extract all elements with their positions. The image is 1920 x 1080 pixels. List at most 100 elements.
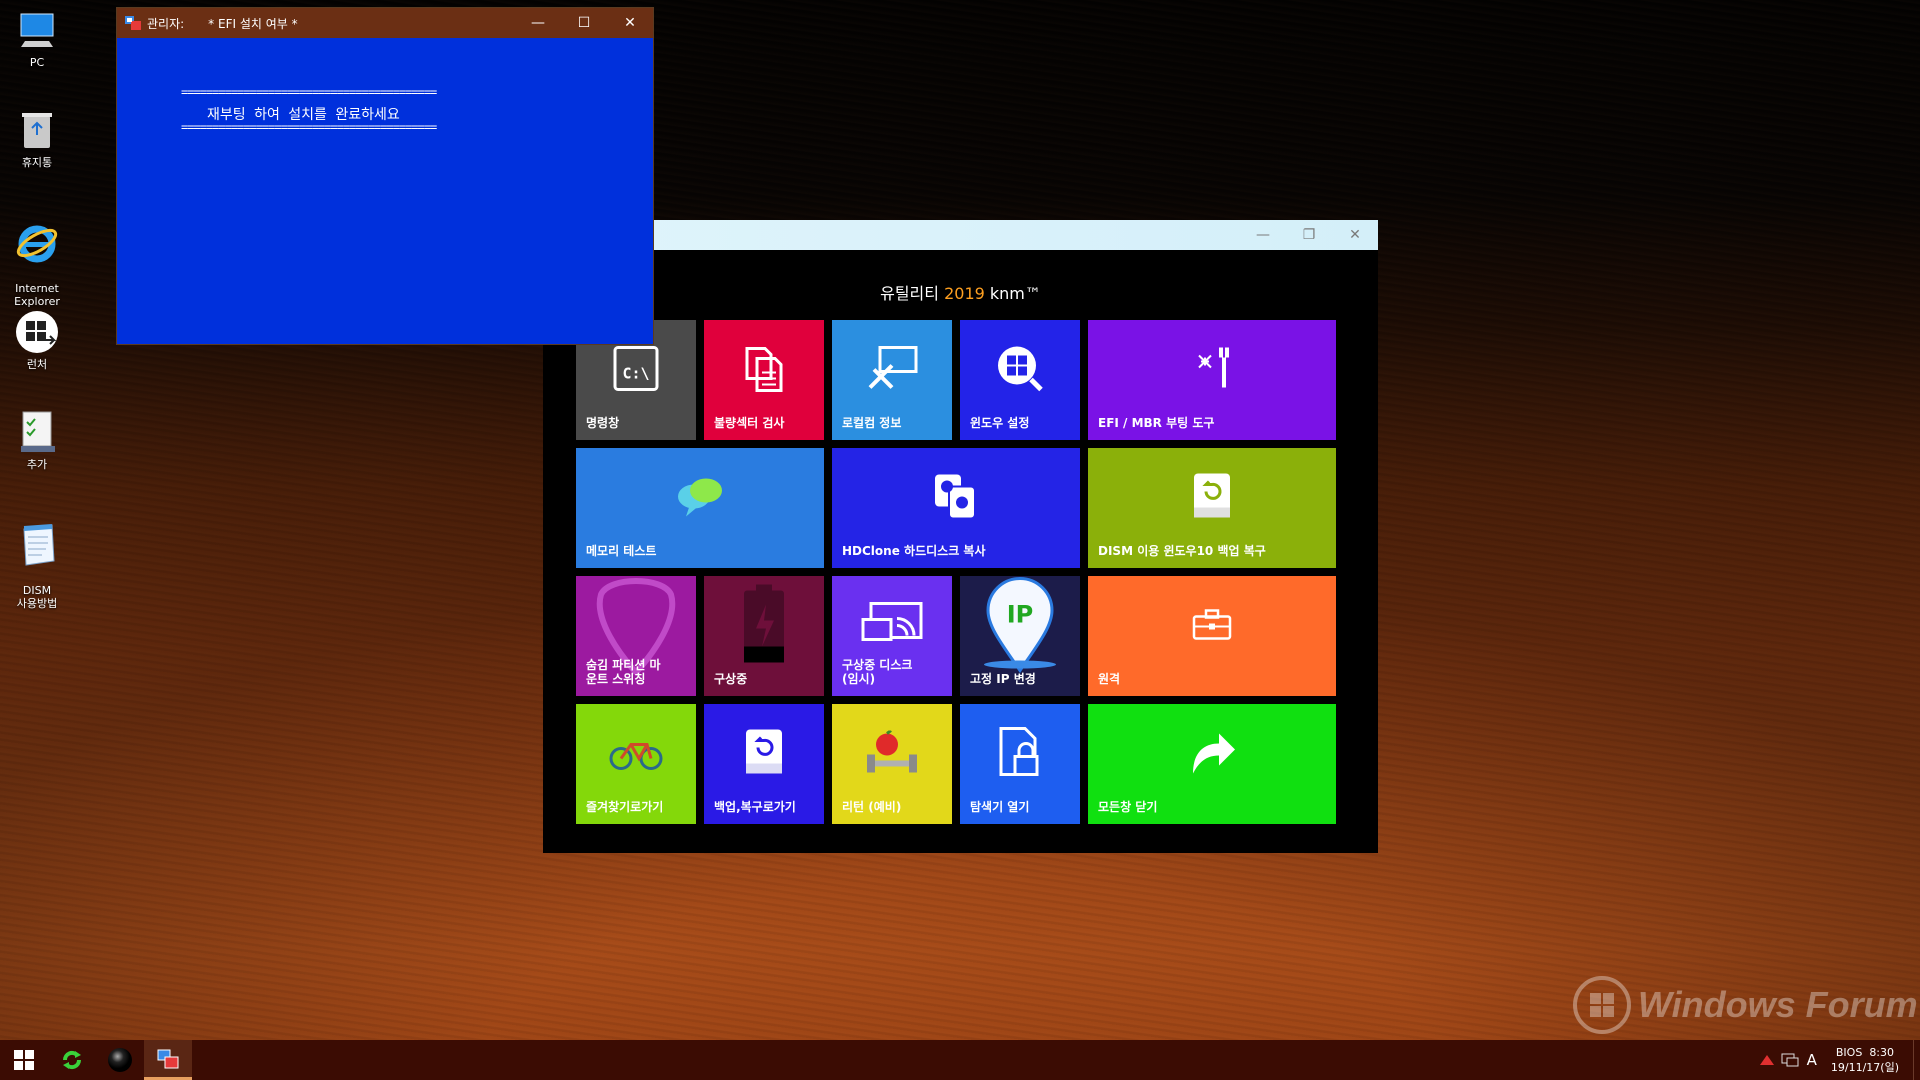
tile-label: 백업,복구로가기: [714, 800, 796, 814]
tile-label: 윈도우 설정: [970, 416, 1030, 430]
svg-text:C:\: C:\: [622, 365, 649, 383]
tile-label: 리턴 (예비): [842, 800, 902, 814]
tile-2[interactable]: 불량섹터 검사: [704, 320, 824, 440]
console-title: * EFI 설치 여부 *: [208, 16, 298, 31]
tile-3[interactable]: 로컬컴 정보: [832, 320, 952, 440]
tile-9[interactable]: 숨김 파티션 마 운트 스위칭: [576, 576, 696, 696]
share-arrow-icon: [1187, 730, 1237, 779]
tile-label: 명령창: [586, 416, 620, 430]
desktop-icon-label: DISM 사용방법: [16, 584, 58, 610]
clock-date: 19/11/17(일): [1830, 1061, 1899, 1074]
utility-title: 유틸리티 2019 knm™: [880, 284, 1041, 303]
network-icon[interactable]: [1781, 1052, 1799, 1068]
tile-label: 메모리 테스트: [586, 544, 657, 558]
tile-10[interactable]: 구상중: [704, 576, 824, 696]
desktop-icon-label: PC: [29, 56, 45, 69]
close-button[interactable]: ✕: [607, 15, 653, 31]
console-separator: ========================================…: [181, 85, 437, 99]
clock[interactable]: BIOS 8:30 19/11/17(일): [1831, 1045, 1899, 1075]
console-window: 관리자: * EFI 설치 여부 * — ☐ ✕ ===============…: [116, 7, 654, 345]
tile-label: 구상중 디스크 (임시): [842, 658, 913, 686]
show-desktop-button[interactable]: [1913, 1040, 1920, 1080]
recycle-bin-icon: [15, 108, 59, 152]
tile-label: 탐색기 열기: [970, 800, 1030, 814]
tile-label: 고정 IP 변경: [970, 672, 1036, 686]
desktop-icon-label: 휴지통: [21, 156, 53, 169]
tile-label: 로컬컴 정보: [842, 416, 902, 430]
ip-pin-icon: IP: [980, 576, 1060, 678]
chat-bubbles-icon: [674, 475, 726, 522]
start-button[interactable]: [0, 1040, 48, 1080]
desktop-icon-internet-explorer[interactable]: Internet Explorer: [6, 208, 68, 321]
tile-8[interactable]: DISM 이용 윈도우10 백업 복구: [1088, 448, 1336, 568]
tile-18[interactable]: 모든창 닫기: [1088, 704, 1336, 824]
tile-label: EFI / MBR 부팅 도구: [1098, 416, 1215, 430]
utility-titlebar[interactable]: — ❐ ✕: [543, 220, 1378, 250]
bicycle-icon: [609, 735, 663, 774]
launcher-icon: [15, 310, 59, 354]
tile-11[interactable]: 구상중 디스크 (임시): [832, 576, 952, 696]
minimize-button[interactable]: —: [1240, 227, 1286, 243]
taskbar-refresh-app[interactable]: [48, 1040, 96, 1080]
tile-label: 모든창 닫기: [1098, 800, 1158, 814]
documents-icon: [741, 345, 787, 396]
desktop-icon-dism-guide[interactable]: DISM 사용방법: [6, 510, 68, 623]
watermark-text: Windows Forum: [1638, 984, 1918, 1025]
desktop-icon-label: Internet Explorer: [14, 282, 60, 308]
utility-window: — ❐ ✕ 유틸리티 2019 knm™ C:\ 명령창 불량섹터 검사 로컬컴 정보…: [543, 220, 1378, 853]
drive-restore-icon: [1190, 472, 1234, 525]
tile-7[interactable]: HDClone 하드디스크 복사: [832, 448, 1080, 568]
desktop-icon-recycle-bin[interactable]: 휴지통: [6, 108, 68, 169]
ime-indicator[interactable]: A: [1807, 1051, 1817, 1069]
close-button[interactable]: ✕: [1332, 227, 1378, 243]
desktop-icon-label: 추가: [26, 458, 48, 471]
taskbar-console-app[interactable]: [144, 1040, 192, 1080]
tile-label: 원격: [1098, 672, 1121, 686]
tile-label: 불량섹터 검사: [714, 416, 785, 430]
file-lock-icon: [997, 727, 1043, 782]
internet-explorer-icon: [15, 221, 59, 265]
tile-15[interactable]: 백업,복구로가기: [704, 704, 824, 824]
briefcase-icon: [1192, 609, 1232, 644]
console-title-prefix: 관리자:: [147, 16, 185, 31]
bios-label: BIOS: [1835, 1046, 1863, 1059]
cast-screen-icon: [861, 602, 923, 651]
wrench-sparkle-icon: [1189, 344, 1235, 397]
tile-12[interactable]: IP 고정 IP 변경: [960, 576, 1080, 696]
show-hidden-icons-icon[interactable]: [1759, 1054, 1775, 1066]
taskbar: A BIOS 8:30 19/11/17(일): [0, 1040, 1920, 1080]
maximize-button[interactable]: ☐: [561, 15, 607, 31]
notepad-icon: [15, 523, 59, 567]
restore-button[interactable]: ❐: [1286, 227, 1332, 243]
tile-label: DISM 이용 윈도우10 백업 복구: [1098, 544, 1266, 558]
battery-icon: [742, 584, 786, 668]
tile-4[interactable]: 윈도우 설정: [960, 320, 1080, 440]
desktop-icon-pc[interactable]: PC: [6, 8, 68, 69]
refresh-icon: [62, 1050, 82, 1070]
taskbar-sphere-app[interactable]: [96, 1040, 144, 1080]
disk-clone-icon: [933, 473, 979, 524]
tile-6[interactable]: 메모리 테스트: [576, 448, 824, 568]
tile-5[interactable]: EFI / MBR 부팅 도구: [1088, 320, 1336, 440]
windows-start-icon: [14, 1050, 34, 1070]
windows-search-icon: [995, 344, 1045, 397]
sphere-icon: [108, 1048, 132, 1072]
watermark: Windows Forum: [1572, 975, 1918, 1035]
minimize-button[interactable]: —: [515, 15, 561, 31]
tile-17[interactable]: 탐색기 열기: [960, 704, 1080, 824]
windows-logo-icon: [1573, 976, 1631, 1034]
add-checklist-icon: [15, 410, 59, 454]
console-titlebar[interactable]: 관리자: * EFI 설치 여부 * — ☐ ✕: [117, 8, 653, 38]
desktop-icon-add[interactable]: 추가: [6, 410, 68, 471]
desktop-icon-label: 런처: [26, 358, 48, 371]
desktop-icon-launcher[interactable]: 런처: [6, 310, 68, 371]
console-app-icon: [157, 1049, 179, 1068]
tile-14[interactable]: 즐겨찾기로가기: [576, 704, 696, 824]
tools-monitor-icon: [866, 346, 918, 395]
computer-icon: [15, 8, 59, 52]
tile-13[interactable]: 원격: [1088, 576, 1336, 696]
clock-time: 8:30: [1869, 1046, 1895, 1059]
tile-16[interactable]: 리턴 (예비): [832, 704, 952, 824]
tile-label: 구상중: [714, 672, 748, 686]
tile-label: 즐겨찾기로가기: [586, 800, 664, 814]
